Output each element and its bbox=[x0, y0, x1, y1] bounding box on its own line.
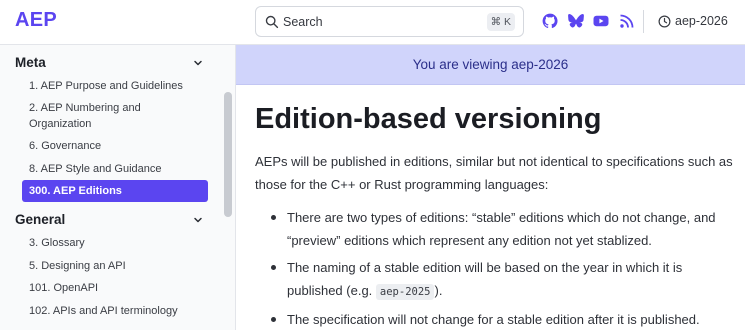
sidebar: Meta 1. AEP Purpose and Guidelines 2. AE… bbox=[0, 45, 236, 330]
sidebar-item-aep-3[interactable]: 3. Glossary bbox=[22, 235, 208, 251]
sidebar-group-meta[interactable]: Meta bbox=[15, 54, 205, 74]
sidebar-item-aep-300[interactable]: 300. AEP Editions bbox=[22, 180, 208, 202]
sidebar-item-aep-2[interactable]: 2. AEP Numbering and Organization bbox=[22, 100, 208, 132]
rss-icon[interactable] bbox=[619, 13, 635, 29]
version-label: aep-2026 bbox=[675, 14, 728, 28]
inline-code: aep-2025 bbox=[375, 284, 435, 300]
site-logo[interactable]: AEP bbox=[15, 9, 57, 32]
chevron-down-icon bbox=[194, 217, 202, 223]
sidebar-item-aep-5[interactable]: 5. Designing an API bbox=[22, 258, 208, 274]
main-content: You are viewing aep-2026 Edition-based v… bbox=[236, 45, 745, 330]
page-title: Edition-based versioning bbox=[255, 103, 602, 135]
list-item: The naming of a stable edition will be b… bbox=[269, 256, 739, 304]
group-title: Meta bbox=[15, 55, 46, 70]
bluesky-icon[interactable] bbox=[568, 13, 584, 29]
top-header: AEP Search ⌘ K aep-2026 bbox=[0, 0, 745, 45]
version-banner: You are viewing aep-2026 bbox=[236, 45, 745, 85]
sidebar-group-general[interactable]: General bbox=[15, 211, 205, 231]
header-divider bbox=[643, 10, 644, 33]
group-title: General bbox=[15, 212, 66, 227]
sidebar-item-aep-8[interactable]: 8. AEP Style and Guidance bbox=[22, 161, 208, 177]
intro-paragraph: AEPs will be published in editions, simi… bbox=[255, 154, 733, 192]
sidebar-scrollbar-thumb[interactable] bbox=[224, 92, 232, 217]
search-label: Search bbox=[283, 15, 323, 29]
sidebar-item-aep-102[interactable]: 102. APIs and API terminology bbox=[22, 303, 208, 319]
sidebar-item-aep-6[interactable]: 6. Governance bbox=[22, 138, 208, 154]
search-icon bbox=[265, 15, 279, 29]
search-shortcut: ⌘ K bbox=[486, 13, 515, 31]
clock-icon bbox=[658, 15, 671, 28]
sidebar-item-aep-1[interactable]: 1. AEP Purpose and Guidelines bbox=[22, 78, 208, 94]
bullet-list: There are two types of editions: “stable… bbox=[269, 206, 739, 330]
list-item: The specification will not change for a … bbox=[269, 308, 739, 330]
list-item-text: The naming of a stable edition will be b… bbox=[287, 260, 683, 298]
chevron-down-icon bbox=[194, 60, 202, 66]
version-banner-text: You are viewing aep-2026 bbox=[412, 57, 569, 72]
github-icon[interactable] bbox=[542, 13, 558, 29]
list-item: There are two types of editions: “stable… bbox=[269, 206, 739, 252]
list-item-text: ). bbox=[434, 283, 443, 298]
youtube-icon[interactable] bbox=[593, 13, 609, 29]
search-button[interactable]: Search ⌘ K bbox=[255, 6, 524, 37]
sidebar-item-aep-101[interactable]: 101. OpenAPI bbox=[22, 280, 208, 296]
